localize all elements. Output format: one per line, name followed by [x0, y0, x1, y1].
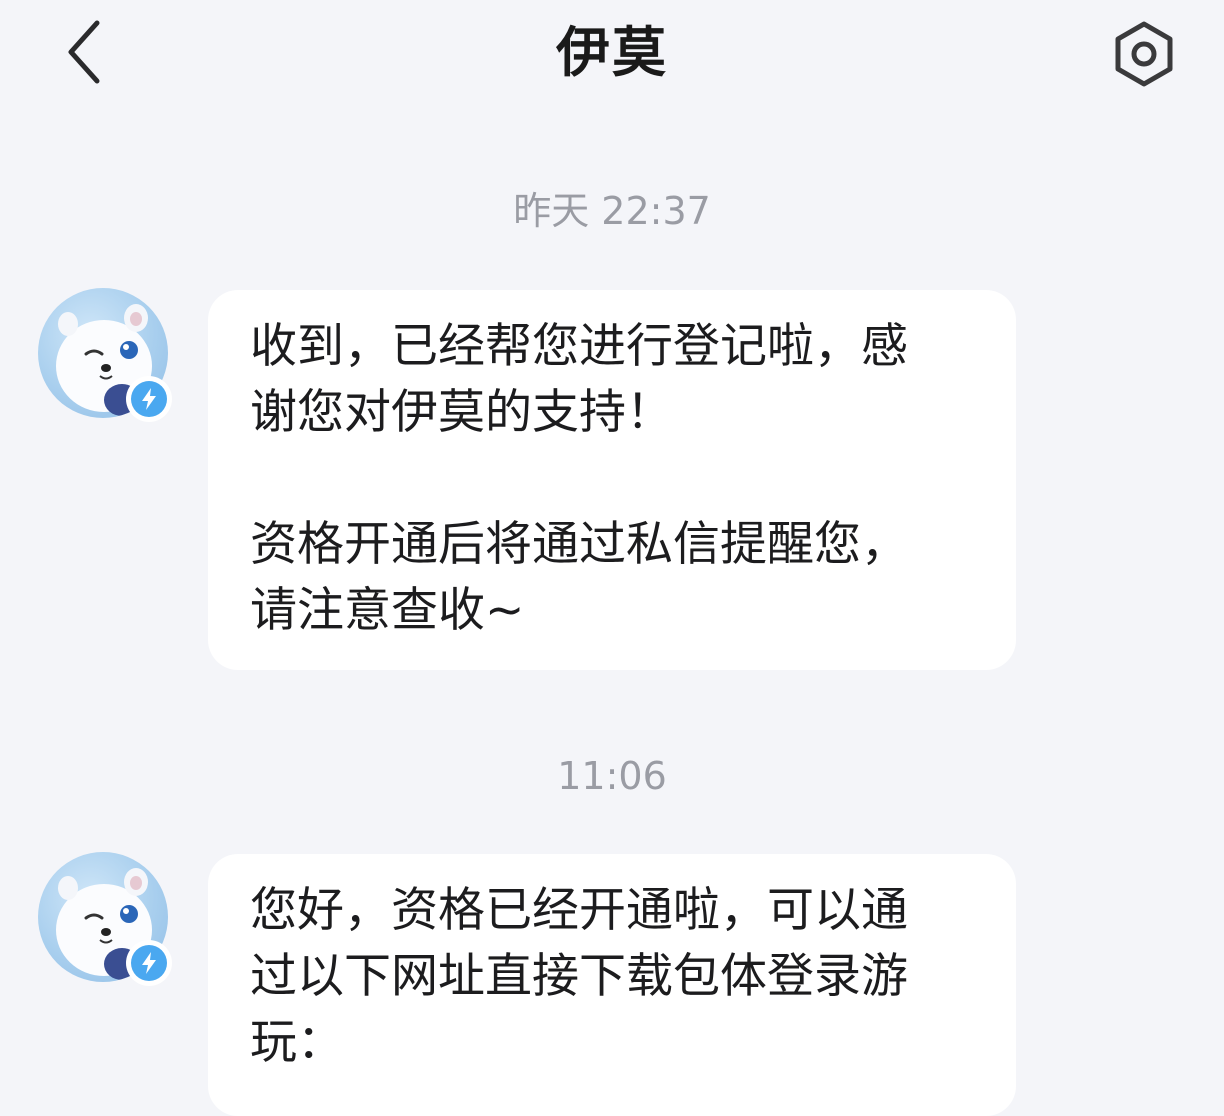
message-text-line: 玩：: [250, 1015, 344, 1070]
chat-header: 伊莫: [0, 0, 1224, 110]
message-text-line: [250, 446, 976, 512]
message-text-line: 谢您对伊莫的支持！: [250, 385, 673, 440]
verified-badge: [126, 940, 172, 986]
message-bubble[interactable]: 您好，资格已经开通啦，可以通 过以下网址直接下载包体登录游 玩：: [208, 854, 1016, 1116]
lightning-icon: [142, 952, 156, 974]
message-text-line: 请注意查收~: [250, 583, 525, 638]
lightning-icon: [142, 388, 156, 410]
message-bubble[interactable]: 收到，已经帮您进行登记啦，感 谢您对伊莫的支持！ 资格开通后将通过私信提醒您， …: [208, 290, 1016, 670]
message-text-line: 资格开通后将通过私信提醒您，: [250, 517, 908, 572]
hexagon-settings-icon: [1115, 21, 1173, 87]
message-text-line: 收到，已经帮您进行登记啦，感: [250, 319, 908, 374]
avatar[interactable]: [38, 852, 172, 986]
message-timestamp: 11:06: [557, 754, 667, 798]
message-text-line: 过以下网址直接下载包体登录游: [250, 949, 908, 1004]
verified-badge: [126, 376, 172, 422]
avatar[interactable]: [38, 288, 172, 422]
chat-title: 伊莫: [556, 21, 668, 84]
message-text-line: 您好，资格已经开通啦，可以通: [250, 883, 908, 938]
settings-button[interactable]: [1104, 14, 1184, 94]
message-timestamp: 昨天 22:37: [513, 189, 711, 233]
